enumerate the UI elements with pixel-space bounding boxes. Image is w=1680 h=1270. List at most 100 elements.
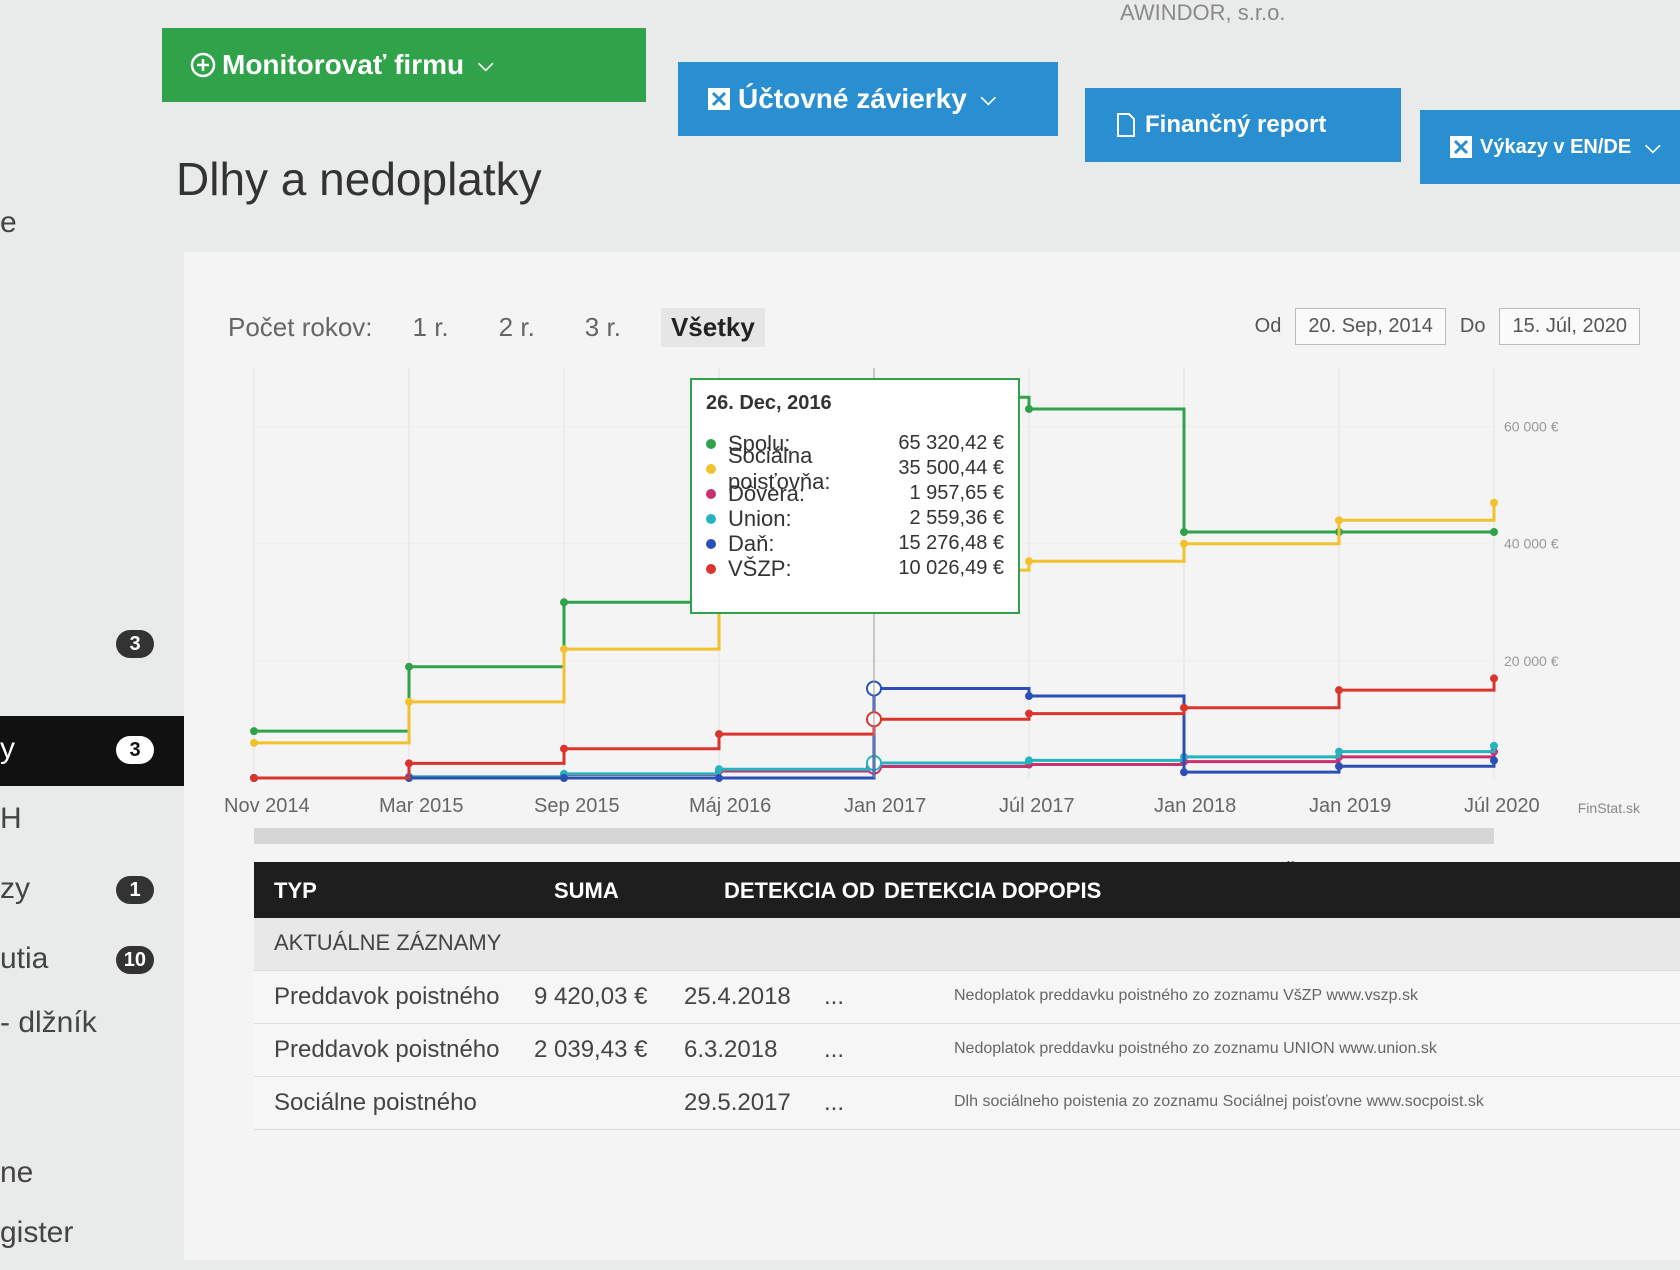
data-point (250, 727, 258, 736)
sidebar-item-active[interactable]: y 3 (0, 716, 190, 786)
chevron-down-icon: ⌵ (980, 87, 996, 110)
sidebar-item[interactable]: e (0, 190, 190, 260)
cell-popis: Dlh sociálneho poistenia zo zoznamu Soci… (954, 1093, 1484, 1110)
tooltip-row: VŠZP: 10 026,49 € (706, 556, 1004, 581)
series-dot (706, 538, 716, 549)
col-detekcia-od: DETEKCIA OD (724, 878, 875, 903)
tooltip-series-name: Daň: (728, 530, 775, 556)
tooltip-row: Dôvera: 1 957,65 € (706, 481, 1004, 506)
sidebar-item[interactable]: H (0, 786, 190, 856)
tooltip-row: Union: 2 559,36 € (706, 506, 1004, 531)
sidebar: e 3 y 3 H zy 1 utia 10 - dlžník ne giste… (0, 150, 190, 1260)
to-date-input[interactable]: 15. Júl, 2020 (1499, 308, 1640, 345)
sidebar-item-label: e (0, 206, 17, 239)
data-point (1180, 539, 1188, 548)
data-point (1490, 741, 1498, 750)
years-label: Počet rokov: (228, 312, 373, 342)
tooltip-series-name: Union: (728, 505, 792, 531)
tooltip-series-value: 15 276,48 € (898, 532, 1004, 554)
data-point (250, 738, 258, 747)
table-row[interactable]: Sociálne poistného 29.5.2017... Dlh sociál… (254, 1077, 1680, 1130)
sidebar-item-label: - dlžník (0, 1006, 97, 1039)
cell-typ: Sociálne poistného (274, 1089, 477, 1116)
tooltip-series-value: 1 957,65 € (909, 482, 1004, 504)
sidebar-item[interactable]: zy 1 (0, 856, 190, 926)
table-group-row: AKTUÁLNE ZÁZNAMY (254, 918, 1680, 971)
count-badge: 1 (116, 876, 154, 904)
series-dot (706, 463, 716, 474)
pdf-icon (1117, 113, 1135, 137)
col-detekcia-do: DETEKCIA DO (884, 878, 1035, 903)
year-option-all[interactable]: Všetky (660, 308, 765, 347)
data-point (1180, 768, 1188, 777)
tooltip-series-value: 10 026,49 € (898, 557, 1004, 579)
financial-report-label: Finančný report (1145, 111, 1327, 138)
year-range-selector: Počet rokov: 1 r. 2 r. 3 r. Všetky (228, 308, 765, 347)
chart-scrollbar (254, 828, 1494, 844)
financial-statements-button[interactable]: Účtovné závierky ⌵ (678, 62, 1058, 136)
series-dot (706, 438, 716, 449)
data-point (1025, 709, 1033, 718)
to-label: Do (1459, 315, 1486, 337)
cell-popis: Nedoplatok preddavku poistného zo zoznam… (954, 987, 1418, 1004)
reports-en-de-label: Výkazy v EN/DE (1480, 135, 1632, 158)
tooltip-row: Sociálna poisťovňa: 35 500,44 € (706, 443, 1004, 494)
cell-detekcia-do: ... (824, 1089, 845, 1116)
data-point (1490, 674, 1498, 683)
page-title: Dlhy a nedoplatky (176, 153, 542, 205)
tooltip-series-value: 35 500,44 € (898, 457, 1004, 479)
x-tick-label: Máj 2016 (689, 795, 771, 817)
company-name: AWINDOR, s.r.o. (1120, 0, 1286, 25)
cell-popis: Nedoplatok preddavku poistného zo zoznam… (954, 1040, 1437, 1057)
cell-typ: Preddavok poistného (274, 983, 500, 1010)
reports-en-de-button[interactable]: Výkazy v EN/DE ⌵ (1420, 110, 1680, 184)
sidebar-item[interactable]: 3 (0, 610, 190, 680)
from-date-input[interactable]: 20. Sep, 2014 (1295, 308, 1446, 345)
monitor-company-label: Monitorovať firmu (222, 49, 465, 80)
financial-statements-label: Účtovné závierky (738, 83, 967, 114)
cell-detekcia-od: 29.5.2017 (684, 1089, 791, 1116)
excel-icon (1450, 136, 1472, 158)
col-popis: POPIS (1034, 878, 1102, 903)
x-tick-label: Jan 2017 (844, 795, 926, 817)
x-tick-label: Jan 2019 (1309, 795, 1391, 817)
table-row[interactable]: Preddavok poistného 9 420,03 € 25.4.2018..… (254, 971, 1680, 1024)
financial-report-button[interactable]: Finančný report (1085, 88, 1401, 162)
table-row[interactable]: Preddavok poistného 2 039,43 € 6.3.2018...… (254, 1024, 1680, 1077)
data-point (1335, 516, 1343, 525)
x-tick-label: Júl 2017 (999, 795, 1075, 817)
x-tick-label: Jan 2018 (1154, 795, 1236, 817)
tooltip-date: 26. Dec, 2016 (706, 392, 832, 414)
data-point (1025, 557, 1033, 566)
table-header: TYP SUMA DETEKCIA OD DETEKCIA DO POPIS (254, 862, 1680, 918)
y-tick-label: 20 000 € (1504, 653, 1559, 669)
cell-detekcia-od: 25.4.2018 (684, 983, 791, 1010)
excel-icon (708, 88, 730, 110)
data-point (250, 774, 258, 782)
year-option-3[interactable]: 3 r. (575, 308, 631, 347)
count-badge: 3 (116, 736, 154, 764)
count-badge: 10 (115, 946, 154, 974)
x-tick-label: Nov 2014 (224, 795, 310, 817)
tooltip-series-name: VŠZP: (728, 555, 792, 581)
year-option-1[interactable]: 1 r. (403, 308, 459, 347)
x-tick-label: Sep 2015 (534, 795, 620, 817)
cell-detekcia-od: 6.3.2018 (684, 1036, 778, 1063)
sidebar-item[interactable]: - dlžník (0, 990, 190, 1060)
series-dot (706, 513, 716, 524)
data-point (1180, 703, 1188, 712)
count-badge: 3 (116, 630, 154, 658)
series-dot (706, 488, 716, 499)
plus-circle-icon (190, 52, 216, 78)
chart-tooltip: 26. Dec, 2016 Spolu: 65 320,42 € Sociálna … (690, 378, 1020, 614)
year-option-2[interactable]: 2 r. (489, 308, 545, 347)
data-point (1335, 762, 1343, 771)
sidebar-item-label: utia (0, 942, 49, 975)
data-point (1335, 747, 1343, 756)
col-typ: TYP (274, 878, 317, 903)
monitor-company-button[interactable]: Monitorovať firmu ⌵ (162, 28, 646, 102)
sidebar-item[interactable]: utia 10 (0, 926, 190, 996)
data-point (715, 774, 723, 782)
x-tick-label: Mar 2015 (379, 795, 464, 817)
data-point (405, 662, 413, 671)
